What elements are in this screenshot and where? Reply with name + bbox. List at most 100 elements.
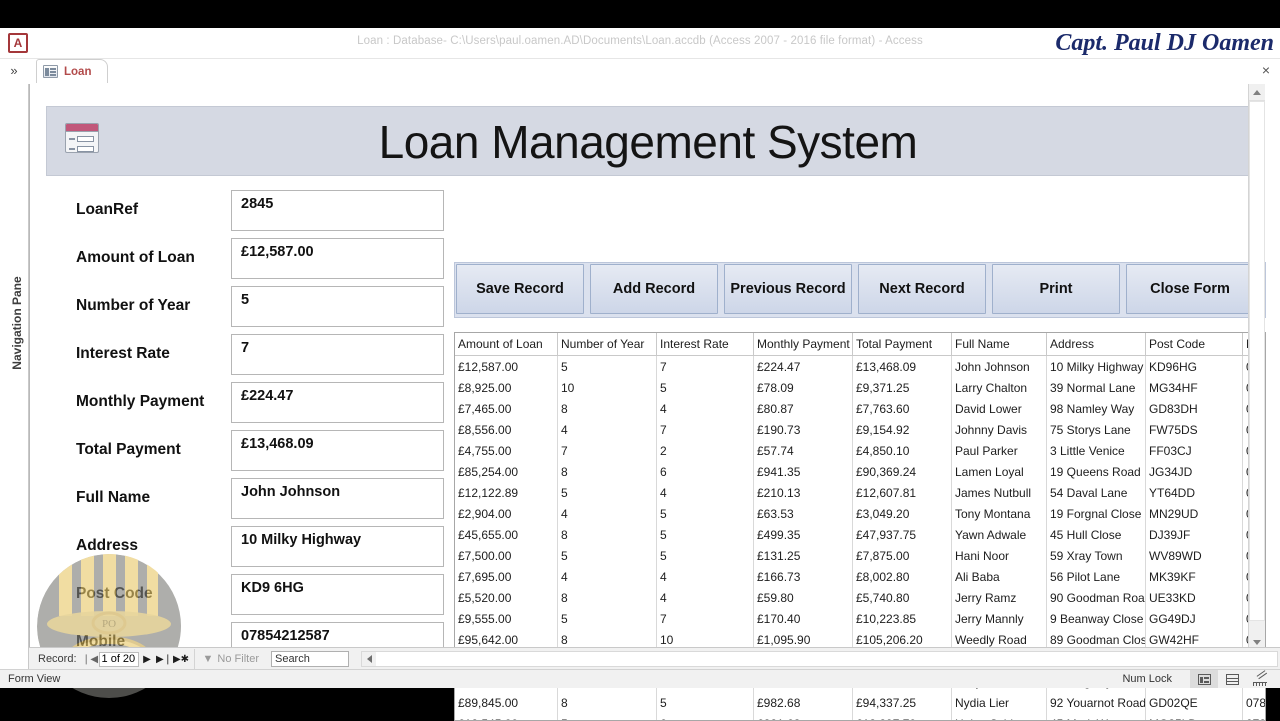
table-row[interactable]: £7,500.0055£131.25£7,875.00Hani Noor59 X…: [455, 545, 1266, 566]
table-cell[interactable]: FF03CJ: [1146, 440, 1243, 461]
scroll-up-icon[interactable]: [1249, 84, 1265, 101]
table-cell[interactable]: £7,500.00: [455, 545, 558, 566]
table-cell[interactable]: £5,740.80: [853, 587, 952, 608]
total-payment-input[interactable]: £13,468.09: [231, 430, 444, 471]
column-header-amount-of-loan[interactable]: Amount of Loan: [455, 333, 558, 356]
table-cell[interactable]: £3,049.20: [853, 503, 952, 524]
number-of-year-input[interactable]: 5: [231, 286, 444, 327]
table-cell[interactable]: GG49DJ: [1146, 608, 1243, 629]
table-cell[interactable]: 4: [657, 482, 754, 503]
table-cell[interactable]: £80.87: [754, 398, 853, 419]
table-cell[interactable]: 8: [558, 461, 657, 482]
table-cell[interactable]: £9,154.92: [853, 419, 952, 440]
previous-record-button[interactable]: Previous Record: [724, 264, 852, 314]
table-cell[interactable]: £499.35: [754, 524, 853, 545]
table-cell[interactable]: 5: [657, 524, 754, 545]
full-name-input[interactable]: John Johnson: [231, 478, 444, 519]
table-cell[interactable]: £2,904.00: [455, 503, 558, 524]
scroll-left-icon[interactable]: [362, 652, 376, 666]
search-input[interactable]: [271, 651, 349, 667]
table-cell[interactable]: £7,763.60: [853, 398, 952, 419]
table-cell[interactable]: £90,369.24: [853, 461, 952, 482]
next-record-button-nav[interactable]: ▶: [139, 654, 156, 665]
table-cell[interactable]: MK39KF: [1146, 566, 1243, 587]
table-cell[interactable]: £89,845.00: [455, 692, 558, 713]
table-cell[interactable]: £982.68: [754, 692, 853, 713]
table-cell[interactable]: 8: [558, 587, 657, 608]
table-cell[interactable]: £8,556.00: [455, 419, 558, 440]
print-button[interactable]: Print: [992, 264, 1120, 314]
table-cell[interactable]: Jerry Ramz: [952, 587, 1047, 608]
layout-view-button[interactable]: [1218, 670, 1246, 688]
table-cell[interactable]: 5: [558, 545, 657, 566]
scrollbar-thumb[interactable]: [1249, 101, 1265, 621]
table-cell[interactable]: £85,254.00: [455, 461, 558, 482]
table-row[interactable]: £8,925.00105£78.09£9,371.25Larry Chalton…: [455, 377, 1266, 398]
table-cell[interactable]: 54 Daval Lane: [1047, 482, 1146, 503]
table-cell[interactable]: Paul Parker: [952, 440, 1047, 461]
table-cell[interactable]: 5: [558, 482, 657, 503]
table-cell[interactable]: £4,755.00: [455, 440, 558, 461]
table-cell[interactable]: £78.09: [754, 377, 853, 398]
table-cell[interactable]: £47,937.75: [853, 524, 952, 545]
table-cell[interactable]: 98 Namley Way: [1047, 398, 1146, 419]
table-cell[interactable]: £5,520.00: [455, 587, 558, 608]
table-cell[interactable]: 6: [657, 461, 754, 482]
table-cell[interactable]: DJ39JF: [1146, 524, 1243, 545]
table-cell[interactable]: £9,371.25: [853, 377, 952, 398]
table-cell[interactable]: 5: [558, 608, 657, 629]
table-cell[interactable]: 7: [657, 356, 754, 378]
table-cell[interactable]: Lamen Loyal: [952, 461, 1047, 482]
amount-of-loan-input[interactable]: £12,587.00: [231, 238, 444, 279]
table-cell[interactable]: 3 Little Venice: [1047, 440, 1146, 461]
column-header-total-payment[interactable]: Total Payment: [853, 333, 952, 356]
table-row[interactable]: £2,904.0045£63.53£3,049.20Tony Montana19…: [455, 503, 1266, 524]
table-cell[interactable]: Jerry Mannly: [952, 608, 1047, 629]
table-cell[interactable]: 4: [558, 419, 657, 440]
tab-loan[interactable]: Loan: [36, 59, 108, 83]
table-cell[interactable]: £8,925.00: [455, 377, 558, 398]
navigation-pane[interactable]: Navigation Pane: [0, 84, 29, 674]
table-cell[interactable]: Tony Montana: [952, 503, 1047, 524]
new-record-button[interactable]: ▶✱: [173, 654, 190, 665]
table-cell[interactable]: £166.73: [754, 566, 853, 587]
table-cell[interactable]: 90 Goodman Road: [1047, 587, 1146, 608]
table-cell[interactable]: £12,587.00: [455, 356, 558, 378]
table-cell[interactable]: David Lower: [952, 398, 1047, 419]
table-cell[interactable]: 4: [558, 503, 657, 524]
table-cell[interactable]: £45,655.00: [455, 524, 558, 545]
record-number-input[interactable]: [99, 652, 139, 667]
table-cell[interactable]: GD83DH: [1146, 398, 1243, 419]
table-cell[interactable]: 7: [657, 608, 754, 629]
table-cell[interactable]: 4: [657, 587, 754, 608]
table-cell[interactable]: 5: [558, 356, 657, 378]
table-cell[interactable]: 4: [657, 566, 754, 587]
next-record-button[interactable]: Next Record: [858, 264, 986, 314]
table-cell[interactable]: 2: [657, 440, 754, 461]
table-cell[interactable]: MG34HF: [1146, 377, 1243, 398]
table-row[interactable]: £7,695.0044£166.73£8,002.80Ali Baba56 Pi…: [455, 566, 1266, 587]
column-header-number-of-year[interactable]: Number of Year: [558, 333, 657, 356]
table-cell[interactable]: 39 Normal Lane: [1047, 377, 1146, 398]
form-vertical-scrollbar[interactable]: [1248, 84, 1265, 650]
table-cell[interactable]: John Johnson: [952, 356, 1047, 378]
table-cell[interactable]: 10 Milky Highway: [1047, 356, 1146, 378]
table-row[interactable]: £8,556.0047£190.73£9,154.92Johnny Davis7…: [455, 419, 1266, 440]
table-cell[interactable]: £59.80: [754, 587, 853, 608]
monthly-payment-input[interactable]: £224.47: [231, 382, 444, 423]
save-record-button[interactable]: Save Record: [456, 264, 584, 314]
table-cell[interactable]: James Nutbull: [952, 482, 1047, 503]
table-cell[interactable]: WV89WD: [1146, 545, 1243, 566]
table-cell[interactable]: £12,607.81: [853, 482, 952, 503]
table-cell[interactable]: Ali Baba: [952, 566, 1047, 587]
table-cell[interactable]: 5: [657, 377, 754, 398]
loanref-input[interactable]: 2845: [231, 190, 444, 231]
table-cell[interactable]: 5: [657, 503, 754, 524]
table-row[interactable]: £5,520.0084£59.80£5,740.80Jerry Ramz90 G…: [455, 587, 1266, 608]
table-cell[interactable]: £210.13: [754, 482, 853, 503]
column-header-interest-rate[interactable]: Interest Rate: [657, 333, 754, 356]
column-header-address[interactable]: Address: [1047, 333, 1146, 356]
table-cell[interactable]: GD02QE: [1146, 692, 1243, 713]
table-row[interactable]: £9,555.0057£170.40£10,223.85Jerry Mannly…: [455, 608, 1266, 629]
table-cell[interactable]: 75 Storys Lane: [1047, 419, 1146, 440]
